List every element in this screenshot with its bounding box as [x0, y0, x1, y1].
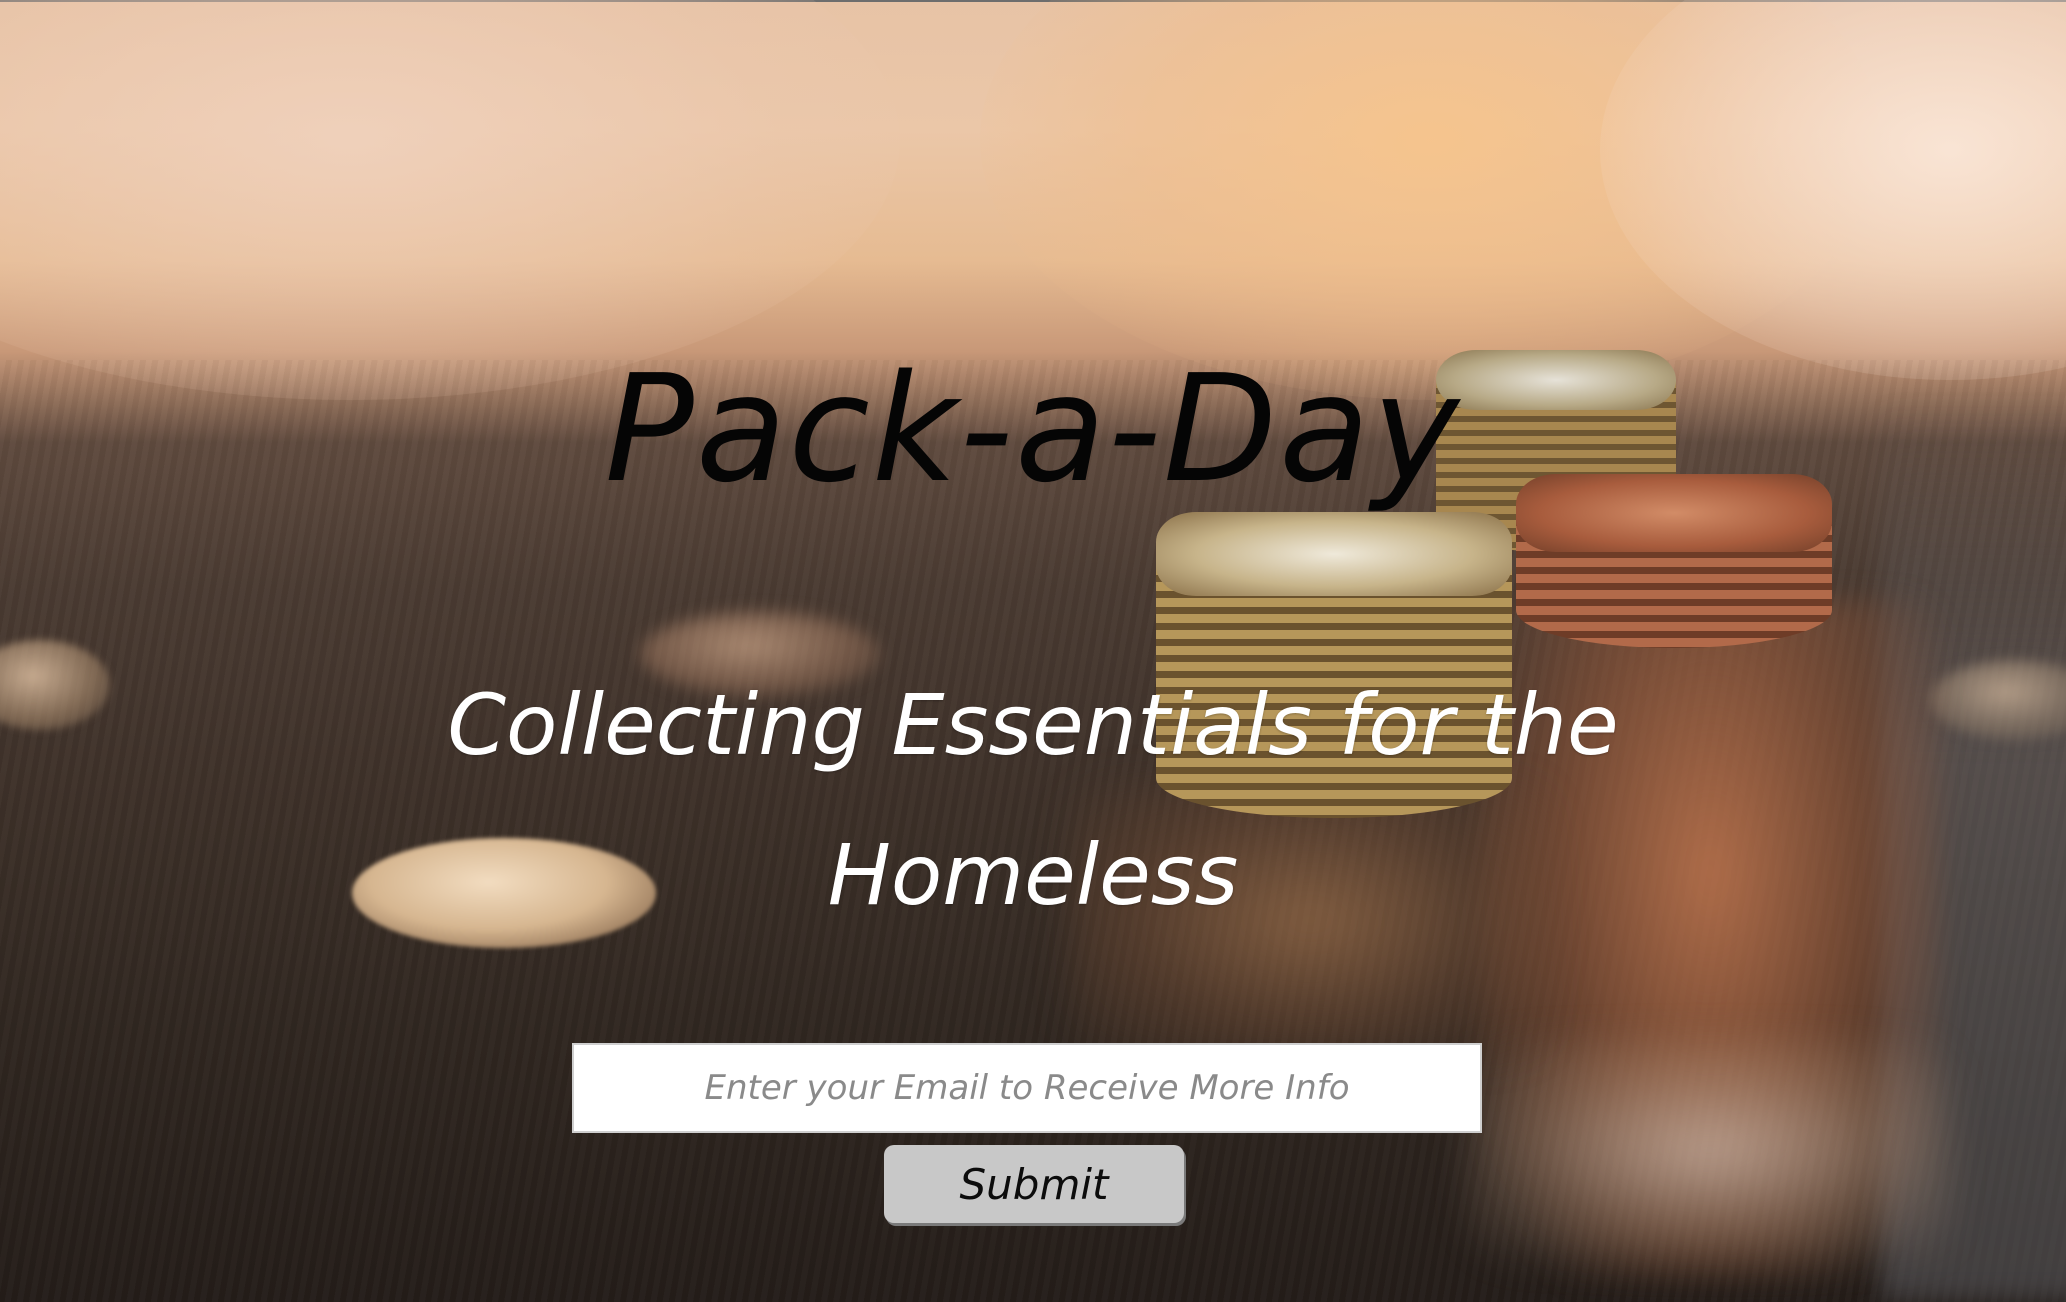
page-title: Pack-a-Day [604, 343, 1462, 515]
page-subtitle: Collecting Essentials for the Homeless [447, 676, 1619, 924]
hero-content: Pack-a-Day Collecting Essentials for the… [0, 0, 2066, 1302]
email-field[interactable] [572, 1043, 1482, 1133]
submit-button[interactable]: Submit [884, 1145, 1184, 1223]
